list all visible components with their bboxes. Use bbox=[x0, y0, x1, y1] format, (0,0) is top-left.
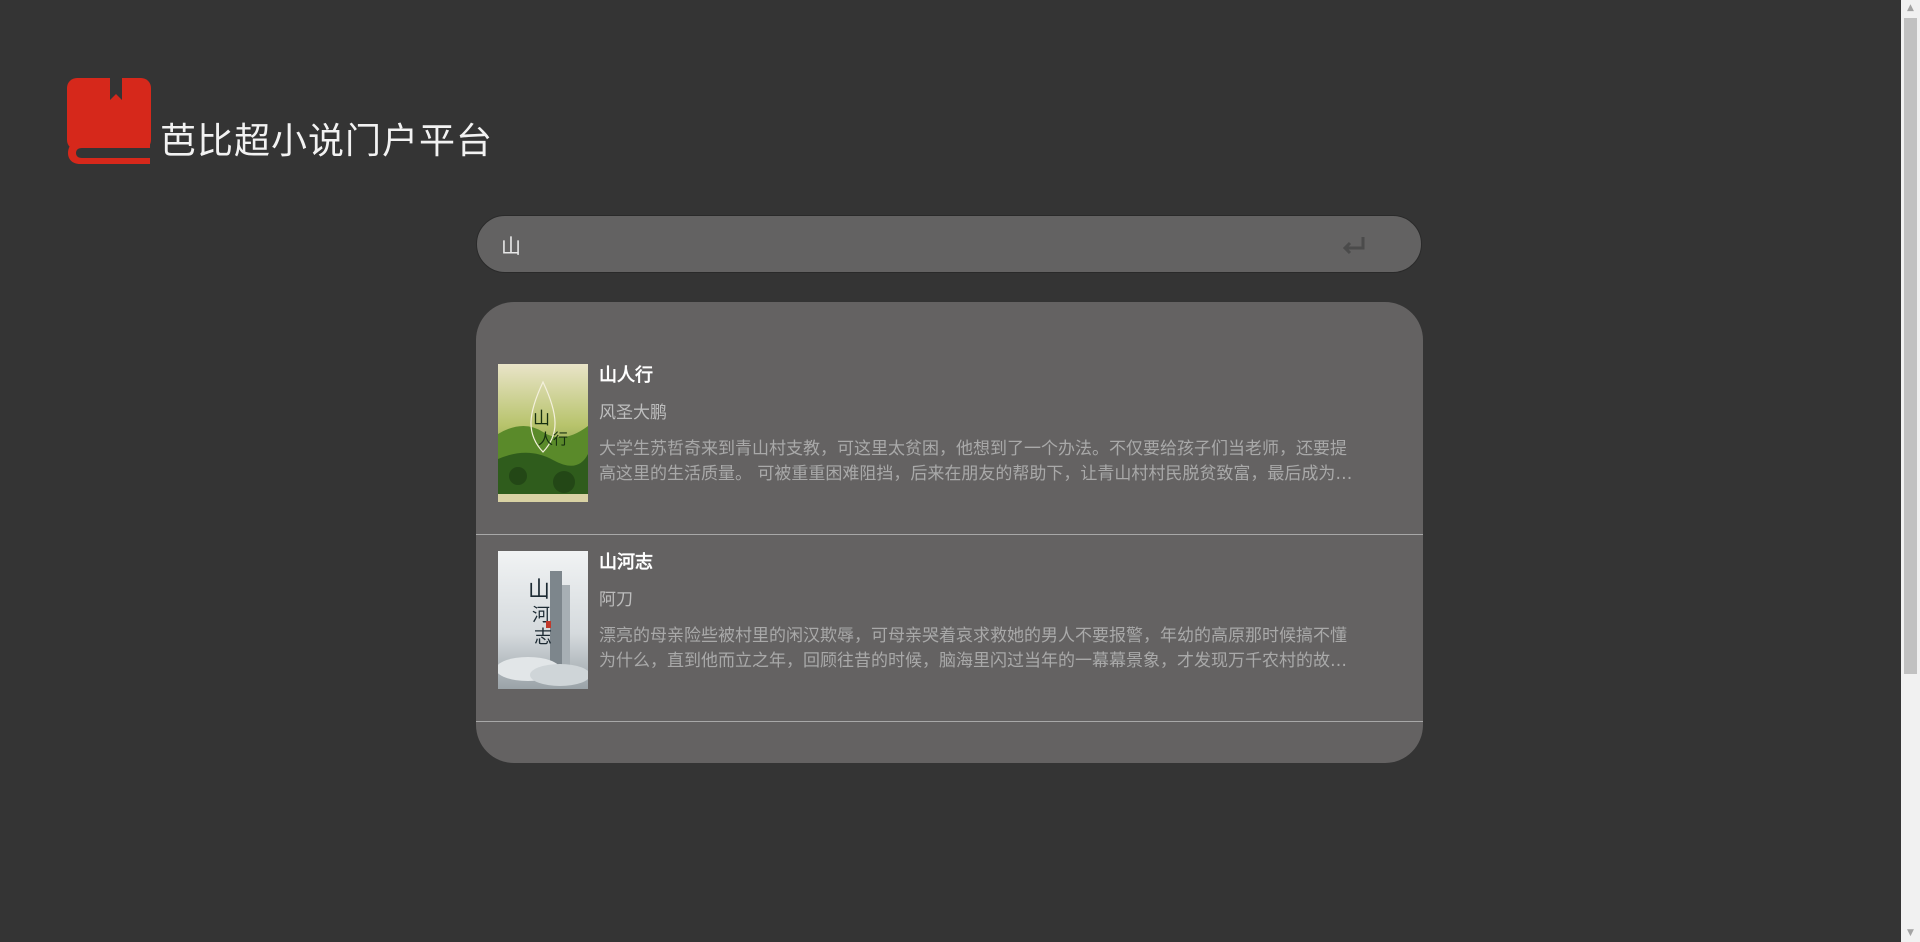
search-results: 山 人行 山人行 风圣大鹏 大学生苏哲奇来到青山村支教，可这里太贫困，他想到了一… bbox=[476, 302, 1423, 763]
enter-icon[interactable] bbox=[1337, 231, 1371, 257]
book-description: 大学生苏哲奇来到青山村支教，可这里太贫困，他想到了一个办法。不仅要给孩子们当老师… bbox=[599, 439, 1353, 484]
cover-title-1: 山 bbox=[533, 409, 550, 429]
book-author: 阿刀 bbox=[599, 590, 633, 610]
scroll-thumb[interactable] bbox=[1904, 18, 1917, 674]
scroll-up-arrow-icon[interactable]: ▲ bbox=[1901, 0, 1920, 17]
cover-title-3: 志 bbox=[534, 627, 552, 648]
book-cover[interactable]: 山 人行 bbox=[498, 364, 588, 502]
book-info: 山河志 阿刀 漂亮的母亲险些被村里的闲汉欺辱，可母亲哭着哀求救她的男人不要报警，… bbox=[599, 551, 1401, 699]
brand-name: 芭比超小说门户平台 bbox=[160, 121, 494, 162]
cover-title-1: 山 bbox=[528, 578, 550, 603]
book-logo-icon bbox=[67, 78, 151, 164]
cover-title-2: 人行 bbox=[538, 430, 568, 448]
result-item[interactable]: 山 人行 山人行 风圣大鹏 大学生苏哲奇来到青山村支教，可这里太贫困，他想到了一… bbox=[476, 348, 1423, 535]
book-title[interactable]: 山人行 bbox=[599, 364, 1401, 388]
search-box[interactable] bbox=[476, 215, 1422, 273]
book-title[interactable]: 山河志 bbox=[599, 551, 1401, 575]
book-author: 风圣大鹏 bbox=[599, 403, 667, 423]
scroll-down-arrow-icon[interactable]: ▼ bbox=[1901, 925, 1920, 942]
search-input[interactable] bbox=[477, 231, 1337, 257]
scrollbar[interactable]: ▲ ▼ bbox=[1901, 0, 1920, 942]
result-item[interactable]: 山 河 志 山河志 阿刀 漂亮的母亲险些被村里的闲汉欺辱，可母亲哭着哀求救她的男… bbox=[476, 535, 1423, 722]
page: 芭比超小说门户平台 山 山 人行 山人行 风圣大鹏 大学生苏哲奇来到青山村支教，… bbox=[0, 0, 1920, 942]
book-description: 漂亮的母亲险些被村里的闲汉欺辱，可母亲哭着哀求救她的男人不要报警，年幼的高原那时… bbox=[599, 626, 1347, 671]
book-info: 山人行 风圣大鹏 大学生苏哲奇来到青山村支教，可这里太贫困，他想到了一个办法。不… bbox=[599, 364, 1401, 512]
book-cover[interactable]: 山 河 志 bbox=[498, 551, 588, 689]
logo[interactable]: 芭比超小说门户平台 bbox=[66, 76, 493, 166]
